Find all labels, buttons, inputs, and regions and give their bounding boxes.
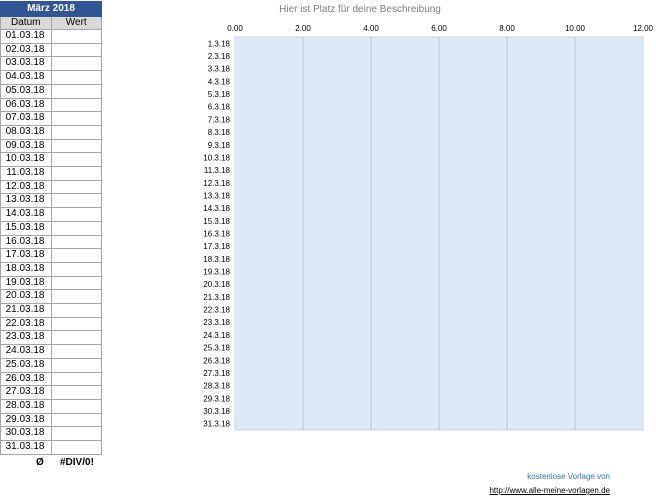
x-tick-label: 4.00: [363, 24, 379, 33]
y-category-label: 26.3.18: [203, 356, 230, 365]
y-category-label: 31.3.18: [203, 420, 230, 429]
y-category-label: 6.3.18: [208, 103, 231, 112]
y-category-label: 23.3.18: [203, 318, 230, 327]
y-category-label: 16.3.18: [203, 230, 230, 239]
y-category-label: 10.3.18: [203, 153, 230, 162]
y-category-label: 20.3.18: [203, 280, 230, 289]
y-category-label: 22.3.18: [203, 306, 230, 315]
y-category-label: 12.3.18: [203, 179, 230, 188]
y-category-label: 25.3.18: [203, 344, 230, 353]
y-category-label: 7.3.18: [208, 115, 231, 124]
y-category-label: 1.3.18: [208, 39, 231, 48]
y-category-label: 19.3.18: [203, 268, 230, 277]
y-category-label: 3.3.18: [208, 65, 231, 74]
x-tick-label: 0.00: [227, 24, 243, 33]
y-category-label: 13.3.18: [203, 191, 230, 200]
y-category-label: 15.3.18: [203, 217, 230, 226]
x-tick-label: 6.00: [431, 24, 447, 33]
y-category-label: 14.3.18: [203, 204, 230, 213]
y-category-label: 30.3.18: [203, 407, 230, 416]
y-category-label: 17.3.18: [203, 242, 230, 251]
x-tick-label: 12.00: [633, 24, 654, 33]
y-category-label: 4.3.18: [208, 77, 231, 86]
x-tick-label: 10.00: [565, 24, 586, 33]
y-category-label: 29.3.18: [203, 394, 230, 403]
x-tick-label: 8.00: [499, 24, 515, 33]
bar-chart[interactable]: 0.00 2.00 4.00 6.00 8.00 10.00 12.00 1.3.18 2.3.…: [0, 0, 656, 496]
y-category-label: 2.3.18: [208, 52, 231, 61]
credit-link[interactable]: http://www.alle-meine-vorlagen.de: [470, 486, 610, 495]
y-category-label: 5.3.18: [208, 90, 231, 99]
y-category-label: 27.3.18: [203, 369, 230, 378]
x-tick-label: 2.00: [295, 24, 311, 33]
y-category-label: 8.3.18: [208, 128, 231, 137]
y-category-label: 18.3.18: [203, 255, 230, 264]
y-category-label: 21.3.18: [203, 293, 230, 302]
credit-text: kostenlose Vorlage von: [527, 472, 610, 481]
y-category-label: 24.3.18: [203, 331, 230, 340]
y-category-label: 11.3.18: [204, 166, 231, 175]
y-category-label: 9.3.18: [208, 141, 231, 150]
y-category-label: 28.3.18: [203, 382, 230, 391]
